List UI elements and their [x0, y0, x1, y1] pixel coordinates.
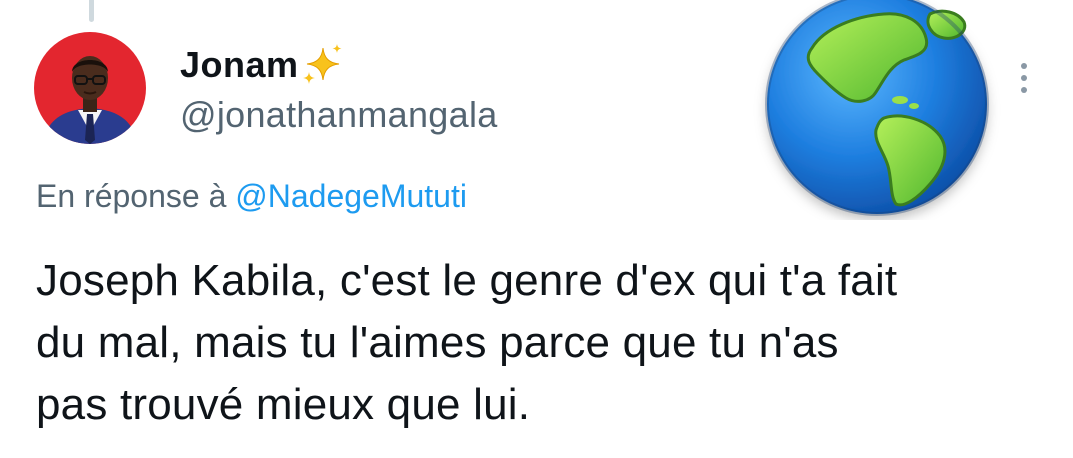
more-vertical-icon[interactable]: [1012, 58, 1036, 98]
display-name[interactable]: Jonam: [180, 44, 299, 86]
sparkles-icon: [301, 42, 347, 88]
user-handle[interactable]: @jonathanmangala: [180, 94, 498, 136]
reply-context: En réponse à @NadegeMututi: [36, 178, 467, 215]
reply-mention-link[interactable]: @NadegeMututi: [235, 178, 467, 214]
user-avatar-image: [34, 32, 146, 144]
tweet-text-line: du mal, mais tu l'aimes parce que tu n'a…: [36, 318, 839, 367]
globe-americas-icon: [752, 0, 1002, 220]
avatar[interactable]: [34, 32, 146, 144]
tweet-text-line: Joseph Kabila, c'est le genre d'ex qui t…: [36, 256, 898, 305]
tweet-text: Joseph Kabila, c'est le genre d'ex qui t…: [36, 250, 1056, 436]
display-name-row[interactable]: Jonam: [180, 40, 347, 90]
tweet-text-line: pas trouvé mieux que lui.: [36, 380, 531, 429]
thread-connector-line: [89, 0, 94, 22]
reply-prefix: En réponse à: [36, 178, 227, 214]
